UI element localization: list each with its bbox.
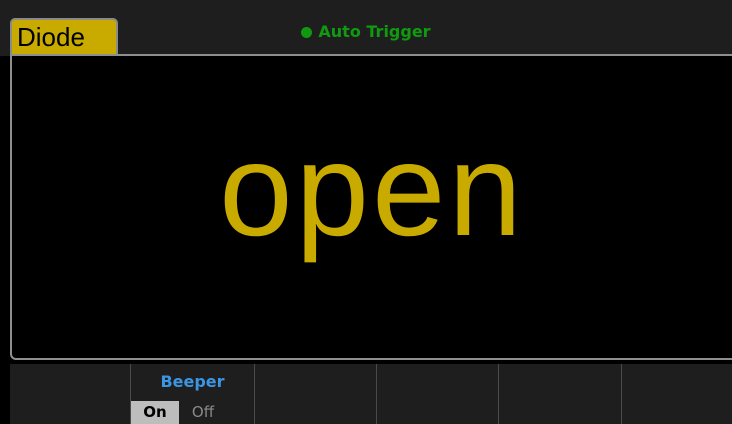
softkey-bar: Beeper On Off [10,364,732,424]
softkey-4[interactable] [376,364,498,424]
softkey-1[interactable] [10,364,130,424]
softkey-beeper-label: Beeper [160,372,225,391]
status-bar: Diode Auto Trigger [0,0,732,56]
softkey-beeper[interactable]: Beeper On Off [130,364,254,424]
softkey-3[interactable] [254,364,376,424]
beeper-on-option[interactable]: On [131,401,179,424]
measurement-display: open [10,54,732,360]
softkey-5[interactable] [498,364,621,424]
beeper-off-option[interactable]: Off [183,401,223,424]
trigger-indicator-icon [301,27,313,38]
trigger-status-label: Auto Trigger [318,22,431,41]
trigger-status: Auto Trigger [0,20,732,44]
softkey-6[interactable] [621,364,732,424]
measurement-reading: open [219,116,525,263]
